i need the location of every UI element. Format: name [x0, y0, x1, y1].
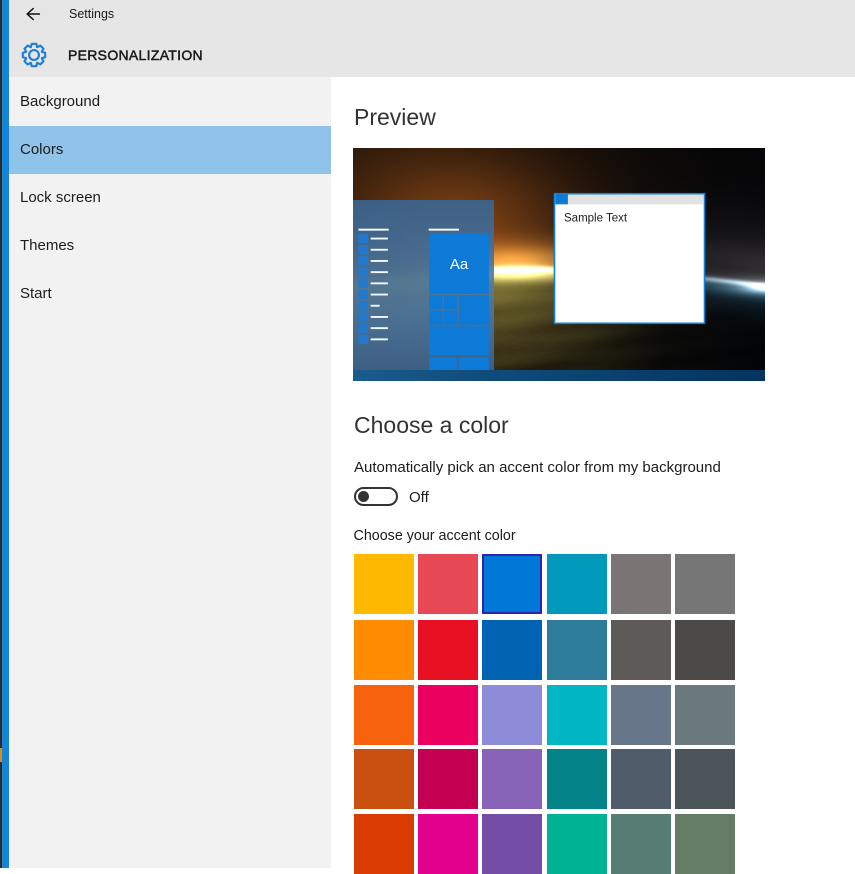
- svg-text:Sample Text: Sample Text: [564, 213, 628, 225]
- svg-text:Aa: Aa: [450, 256, 469, 273]
